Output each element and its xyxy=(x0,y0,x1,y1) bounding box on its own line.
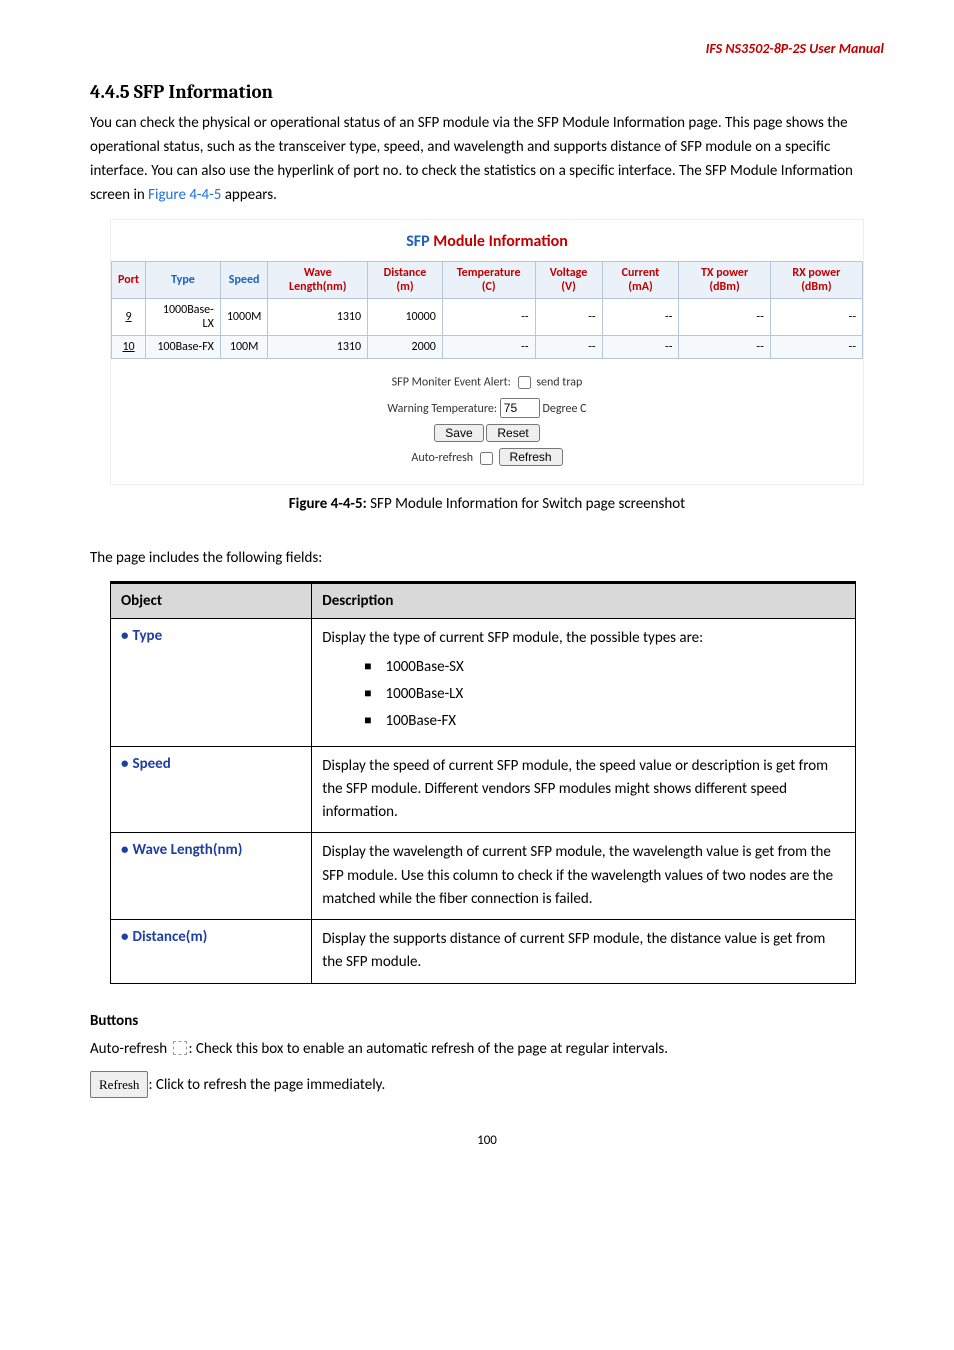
refresh-help: Refresh: Click to refresh the page immed… xyxy=(90,1071,884,1099)
cell-wave: 1310 xyxy=(268,299,368,336)
section-number: 4.4.5 xyxy=(90,81,130,103)
col-temp: Temperature (C) xyxy=(442,262,535,299)
fields-row: •Type Display the type of current SFP mo… xyxy=(111,618,856,746)
panel-title-blue: SFP xyxy=(406,232,429,251)
col-txp: TX power (dBm) xyxy=(679,262,770,299)
section-heading: 4.4.5 SFP Information xyxy=(90,81,884,103)
refresh-help-post: : Click to refresh the page immediately. xyxy=(148,1076,385,1094)
cell-type: 1000Base-LX xyxy=(146,299,221,336)
desc-wave: Display the wavelength of current SFP mo… xyxy=(312,833,856,920)
send-trap-label: send trap xyxy=(536,375,582,389)
col-rxp: RX power (dBm) xyxy=(770,262,862,299)
figure-caption-text: SFP Module Information for Switch page s… xyxy=(367,495,685,513)
auto-refresh-label: Auto-refresh xyxy=(411,451,473,465)
cell-speed: 100M xyxy=(220,336,268,359)
intro-paragraph: You can check the physical or operationa… xyxy=(90,111,884,207)
manual-header: IFS NS3502-8P-2S User Manual xyxy=(90,40,884,57)
auto-refresh-help-post: : Check this box to enable an automatic … xyxy=(189,1040,669,1058)
figure-ref-link[interactable]: Figure 4-4-5 xyxy=(148,186,221,204)
auto-refresh-checkbox[interactable] xyxy=(480,452,493,465)
sfp-module-panel: SFP Module Information Port Type Speed W… xyxy=(110,219,864,485)
auto-refresh-help-pre: Auto-refresh xyxy=(90,1040,171,1058)
alert-label: SFP Moniter Event Alert: xyxy=(392,375,511,389)
fields-row: •Speed Display the speed of current SFP … xyxy=(111,746,856,833)
sfp-table: Port Type Speed Wave Length(nm) Distance… xyxy=(111,261,863,359)
fields-head-object: Object xyxy=(111,582,312,618)
section-title-text: SFP Information xyxy=(134,81,273,103)
panel-title-red: Module Information xyxy=(430,232,568,251)
col-type: Type xyxy=(146,262,221,299)
page-number: 100 xyxy=(90,1133,884,1148)
obj-distance: Distance(m) xyxy=(132,928,207,946)
desc-speed: Display the speed of current SFP module,… xyxy=(312,746,856,833)
cell-type: 100Base-FX xyxy=(146,336,221,359)
reset-button[interactable]: Reset xyxy=(486,424,539,442)
refresh-button[interactable]: Refresh xyxy=(499,448,563,466)
table-row: 9 1000Base-LX 1000M 1310 10000 -- -- -- … xyxy=(112,299,863,336)
obj-type: Type xyxy=(132,627,162,645)
bullet-icon: • xyxy=(121,928,128,946)
list-item: 1000Base-LX xyxy=(364,683,845,706)
cell-curr: -- xyxy=(602,299,679,336)
cell-speed: 1000M xyxy=(220,299,268,336)
cell-wave: 1310 xyxy=(268,336,368,359)
cell-volt: -- xyxy=(535,299,602,336)
desc-distance: Display the supports distance of current… xyxy=(312,920,856,984)
fields-row: •Wave Length(nm) Display the wavelength … xyxy=(111,833,856,920)
desc-type-main: Display the type of current SFP module, … xyxy=(322,627,845,650)
figure-caption: Figure 4-4-5: SFP Module Information for… xyxy=(90,495,884,513)
cell-rxp: -- xyxy=(770,336,862,359)
obj-wave: Wave Length(nm) xyxy=(132,841,242,859)
refresh-button-illustration: Refresh xyxy=(90,1071,148,1098)
type-list: 1000Base-SX 1000Base-LX 100Base-FX xyxy=(322,656,845,734)
table-row: 10 100Base-FX 100M 1310 2000 -- -- -- --… xyxy=(112,336,863,359)
col-curr: Current (mA) xyxy=(602,262,679,299)
bullet-icon: • xyxy=(121,755,128,773)
degree-c-label: Degree C xyxy=(542,402,586,416)
fields-head-desc: Description xyxy=(312,582,856,618)
col-speed: Speed xyxy=(220,262,268,299)
intro-post: appears. xyxy=(221,186,277,204)
cell-curr: -- xyxy=(602,336,679,359)
warning-temp-label: Warning Temperature: xyxy=(387,402,497,416)
bullet-icon: • xyxy=(121,841,128,859)
cell-rxp: -- xyxy=(770,299,862,336)
cell-temp: -- xyxy=(442,299,535,336)
figure-caption-label: Figure 4-4-5: xyxy=(289,495,367,513)
list-item: 1000Base-SX xyxy=(364,656,845,679)
obj-speed: Speed xyxy=(132,755,170,773)
fields-row: •Distance(m) Display the supports distan… xyxy=(111,920,856,984)
panel-controls: SFP Moniter Event Alert: send trap Warni… xyxy=(111,373,863,468)
col-port: Port xyxy=(112,262,146,299)
list-item: 100Base-FX xyxy=(364,710,845,733)
buttons-heading: Buttons xyxy=(90,1012,884,1030)
fields-intro: The page includes the following fields: xyxy=(90,549,884,567)
cell-temp: -- xyxy=(442,336,535,359)
cell-dist: 2000 xyxy=(368,336,443,359)
port-link[interactable]: 10 xyxy=(112,336,146,359)
fields-table: Object Description •Type Display the typ… xyxy=(110,581,856,984)
bullet-icon: • xyxy=(121,627,128,645)
cell-dist: 10000 xyxy=(368,299,443,336)
cell-txp: -- xyxy=(679,336,770,359)
cell-txp: -- xyxy=(679,299,770,336)
warning-temp-input[interactable] xyxy=(500,398,540,418)
col-wave: Wave Length(nm) xyxy=(268,262,368,299)
send-trap-checkbox[interactable] xyxy=(518,376,531,389)
checkbox-icon xyxy=(173,1041,187,1055)
cell-volt: -- xyxy=(535,336,602,359)
col-dist: Distance (m) xyxy=(368,262,443,299)
col-volt: Voltage (V) xyxy=(535,262,602,299)
auto-refresh-help: Auto-refresh : Check this box to enable … xyxy=(90,1036,884,1063)
save-button[interactable]: Save xyxy=(434,424,483,442)
panel-title: SFP Module Information xyxy=(111,232,863,251)
port-link[interactable]: 9 xyxy=(112,299,146,336)
